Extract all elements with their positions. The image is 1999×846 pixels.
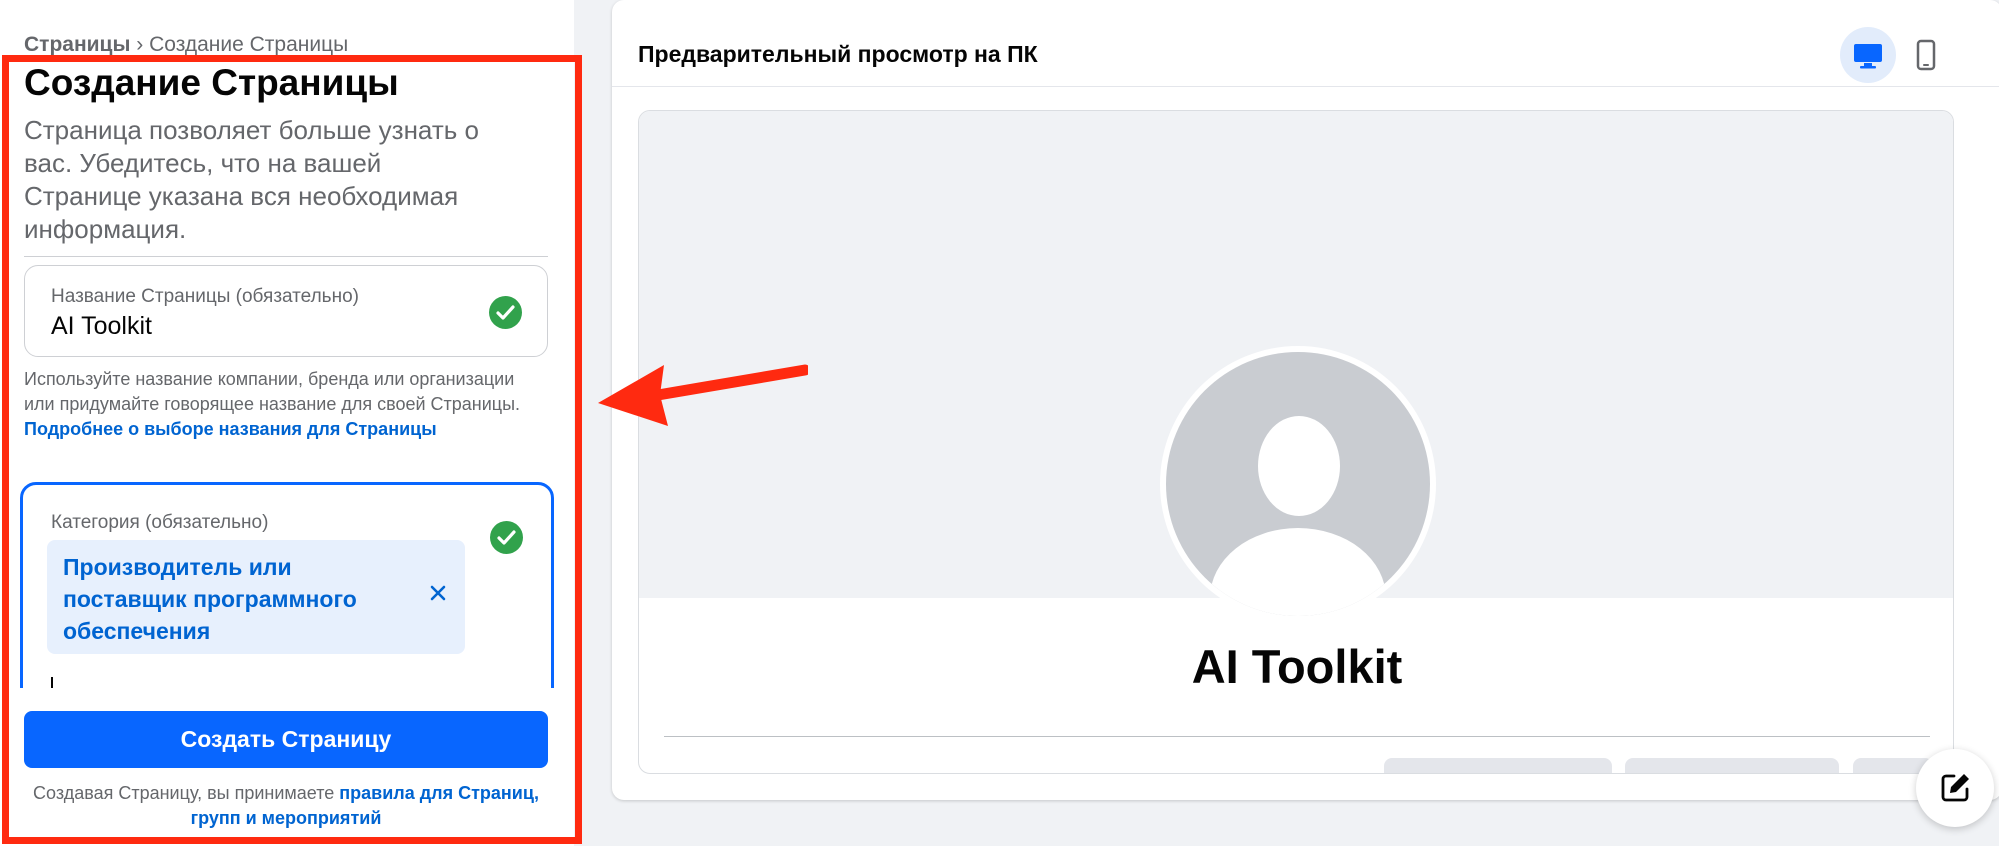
preview-page-name: AI Toolkit xyxy=(1191,640,1403,693)
breadcrumb-separator: › xyxy=(136,33,144,56)
create-page-panel: Страницы › Создание Страницы Создание Ст… xyxy=(0,0,574,846)
category-label: Категория (обязательно) xyxy=(51,512,269,533)
name-guidelines-link[interactable]: Подробнее о выборе названия для Страницы xyxy=(24,419,437,439)
mobile-icon xyxy=(1916,39,1936,71)
desktop-icon xyxy=(1854,44,1882,69)
category-chip: Производитель или поставщик программного… xyxy=(47,540,465,654)
desktop-preview-button[interactable] xyxy=(1840,27,1896,83)
page-description: Страница позволяет больше узнать о вас. … xyxy=(24,115,479,244)
avatar-body-icon xyxy=(1210,528,1386,616)
profile-picture-placeholder xyxy=(1160,346,1436,622)
page-name-label: Название Страницы (обязательно) xyxy=(51,286,359,307)
create-page-button[interactable]: Создать Страницу xyxy=(24,711,548,768)
breadcrumb-current: Создание Страницы xyxy=(149,33,349,56)
breadcrumb-root-link[interactable]: Страницы xyxy=(24,33,130,56)
page-title: Создание Страницы xyxy=(24,62,399,103)
page-name-field[interactable]: Название Страницы (обязательно) AI Toolk… xyxy=(24,265,548,357)
preview-button-placeholder xyxy=(1625,758,1839,773)
preview-title: Предварительный просмотр на ПК xyxy=(638,41,1038,67)
category-chip-label: Производитель или поставщик программного… xyxy=(63,554,357,644)
check-circle-icon xyxy=(490,521,523,554)
close-icon[interactable] xyxy=(427,582,449,604)
divider xyxy=(24,256,548,257)
header-divider xyxy=(612,86,1999,87)
preview-panel: Предварительный просмотр на ПК AI Toolki… xyxy=(612,0,1999,800)
compose-icon xyxy=(1941,774,1969,802)
terms-prefix: Создавая Страницу, вы принимаете xyxy=(33,783,335,803)
breadcrumb: Страницы › Создание Страницы xyxy=(24,33,348,57)
page-name-helper: Используйте название компании, бренда ил… xyxy=(24,367,548,442)
preview-button-placeholder xyxy=(1384,758,1612,773)
page-name-helper-text: Используйте название компании, бренда ил… xyxy=(24,369,521,414)
page-preview-card: AI Toolkit xyxy=(638,110,1954,774)
mobile-preview-button[interactable] xyxy=(1898,27,1954,83)
page-name-input[interactable]: AI Toolkit xyxy=(51,312,152,341)
preview-divider xyxy=(664,736,1930,737)
terms-text: Создавая Страницу, вы принимаете правила… xyxy=(24,781,548,831)
red-arrow-annotation xyxy=(598,364,808,426)
category-field[interactable]: Категория (обязательно) Производитель ил… xyxy=(20,482,554,722)
avatar-head-icon xyxy=(1258,416,1340,516)
edit-button[interactable] xyxy=(1916,749,1994,827)
check-circle-icon xyxy=(489,296,522,329)
